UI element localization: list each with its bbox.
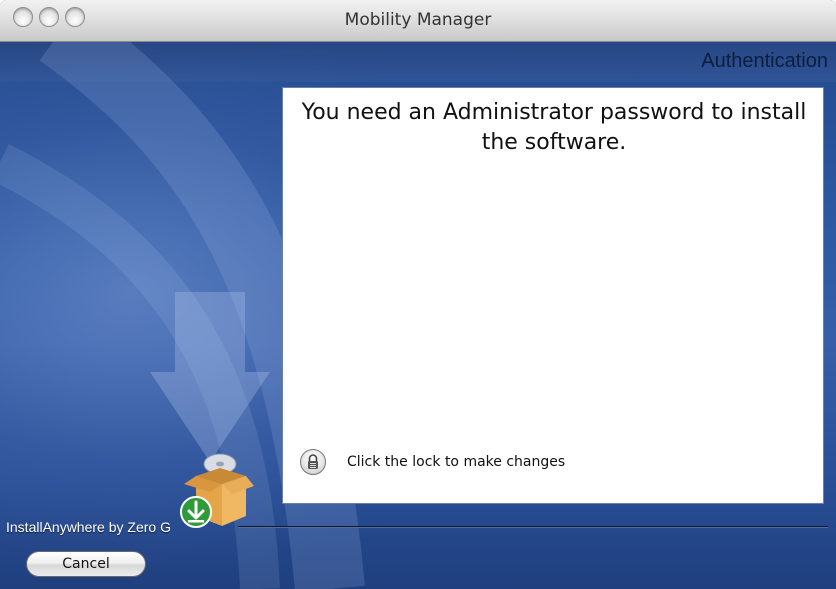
installer-window: Mobility Manager Authentication You need… bbox=[0, 0, 836, 589]
download-arrow-icon bbox=[180, 496, 212, 528]
message-panel: You need an Administrator password to in… bbox=[282, 87, 824, 504]
installer-content: Authentication You need an Administrator… bbox=[0, 42, 836, 589]
lock-button[interactable] bbox=[300, 449, 326, 475]
vendor-label: InstallAnywhere by Zero G bbox=[6, 519, 171, 535]
lock-icon bbox=[308, 454, 318, 469]
window-title: Mobility Manager bbox=[344, 10, 492, 30]
step-title: Authentication bbox=[701, 50, 828, 72]
footer-divider bbox=[238, 526, 828, 528]
cancel-button[interactable]: Cancel bbox=[26, 551, 146, 577]
panel-heading: You need an Administrator password to in… bbox=[301, 100, 807, 155]
installer-box-icon bbox=[180, 453, 254, 528]
lock-instruction-label: Click the lock to make changes bbox=[347, 454, 566, 470]
title-bar[interactable]: Mobility Manager bbox=[0, 0, 836, 42]
